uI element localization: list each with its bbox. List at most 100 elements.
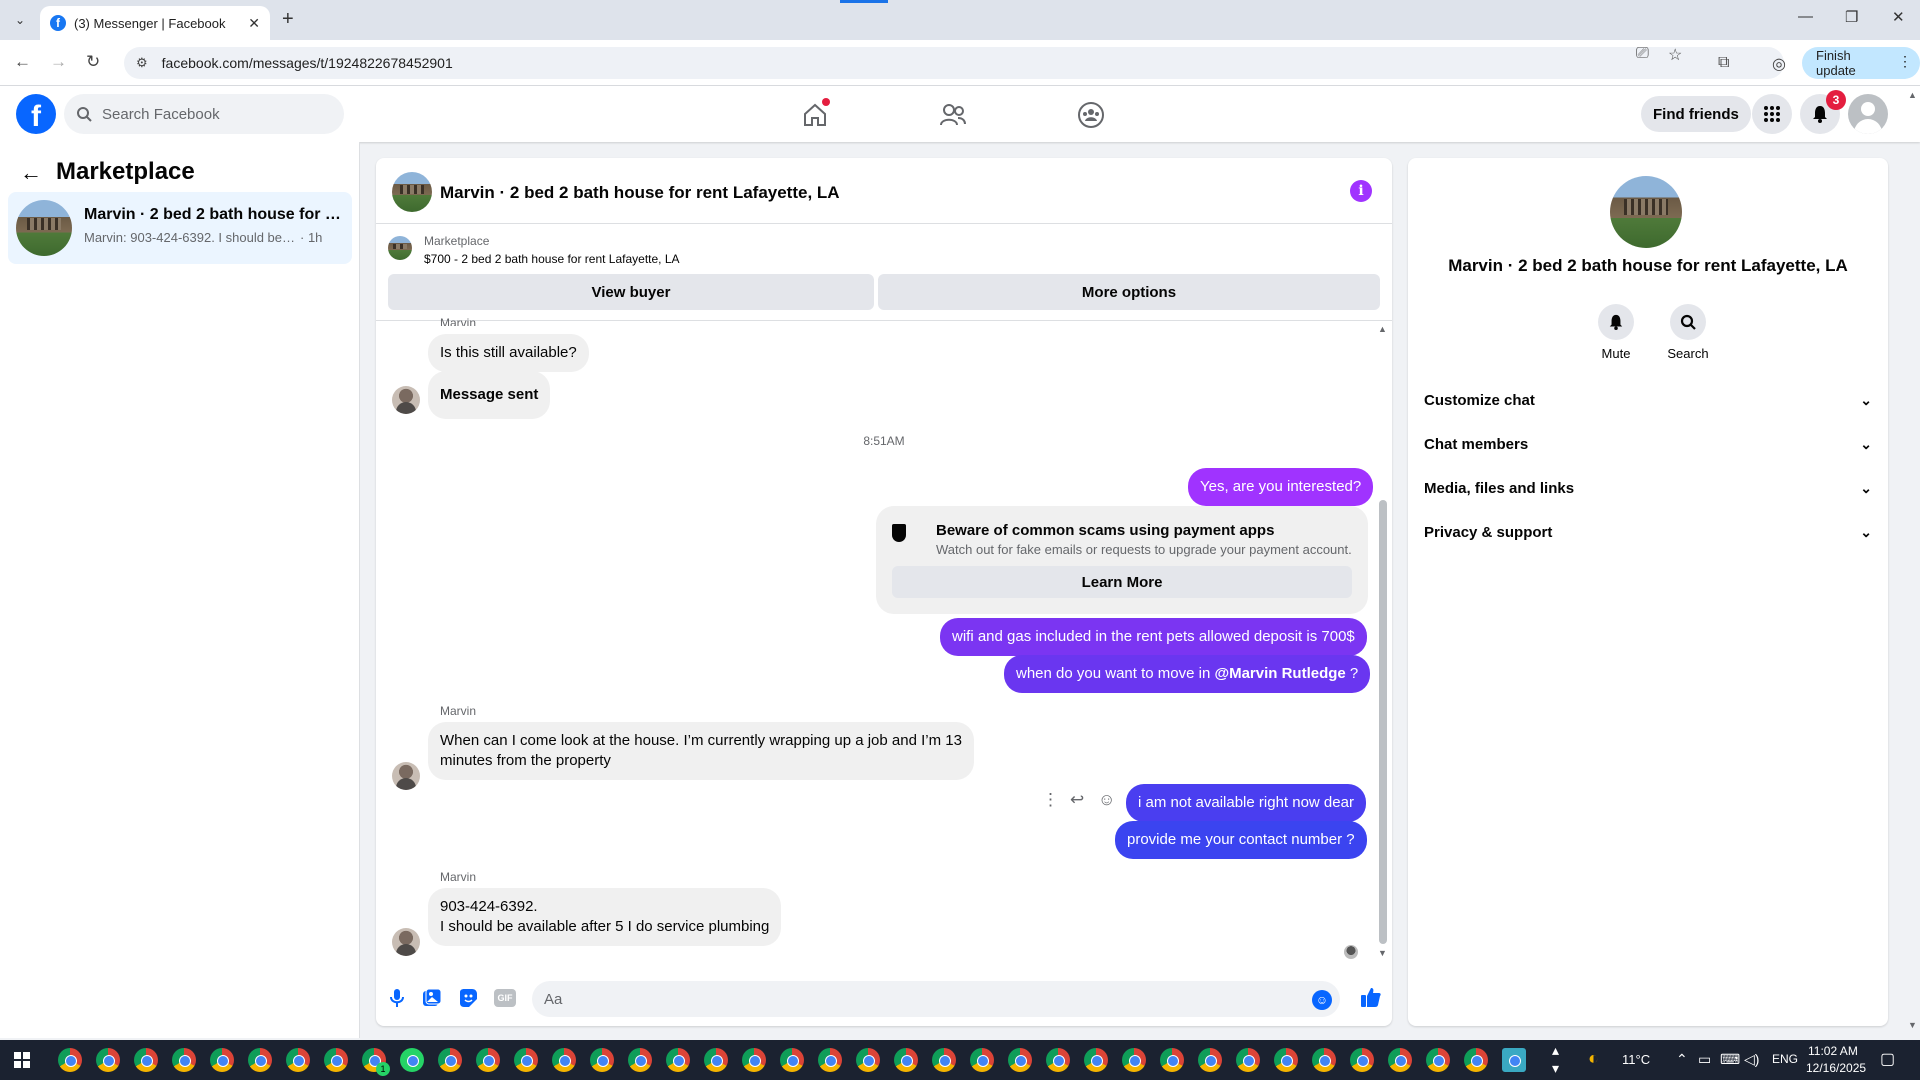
chrome-taskbar-icon[interactable] [780,1048,804,1072]
chrome-taskbar-icon[interactable] [1084,1048,1108,1072]
finish-update-button[interactable]: Finish update ⋮ [1802,47,1920,79]
chrome-taskbar-icon[interactable] [704,1048,728,1072]
emoji-icon[interactable]: ☺ [1312,990,1332,1010]
listing-photo[interactable] [1610,176,1682,248]
chrome-taskbar-icon[interactable] [628,1048,652,1072]
browser-tab[interactable]: f (3) Messenger | Facebook ✕ [40,6,270,40]
volume-icon[interactable]: ◁) [1744,1051,1759,1068]
whatsapp-taskbar-icon[interactable] [400,1048,424,1072]
mute-button[interactable]: Mute [1586,304,1646,361]
facebook-search-input[interactable]: Search Facebook [64,94,344,134]
chat-title[interactable]: Marvin · 2 bed 2 bath house for rent Laf… [440,183,840,203]
chrome-taskbar-icon[interactable] [1198,1048,1222,1072]
privacy-support-row[interactable]: Privacy & support ⌄ [1424,514,1872,550]
outgoing-message[interactable]: Yes, are you interested? [1188,468,1374,506]
find-friends-button[interactable]: Find friends [1641,96,1751,132]
chrome-taskbar-icon[interactable] [970,1048,994,1072]
taskbar-scroll-down-icon[interactable]: ▾ [1552,1060,1559,1077]
chrome-taskbar-icon[interactable] [438,1048,462,1072]
chrome-taskbar-icon[interactable] [58,1048,82,1072]
chrome-taskbar-icon[interactable] [1502,1048,1526,1072]
react-emoji-icon[interactable]: ☺ [1098,790,1115,810]
clock-date[interactable]: 12/16/2025 [1806,1061,1866,1075]
message-input[interactable]: Aa [532,981,1340,1017]
incoming-message[interactable]: 903-424-6392. I should be available afte… [428,888,782,946]
back-arrow-icon[interactable]: ← [20,160,42,186]
conversation-item[interactable]: Marvin · 2 bed 2 bath house for rent Laf… [8,192,352,264]
info-icon[interactable]: i [1350,180,1372,202]
chrome-taskbar-icon[interactable] [856,1048,880,1072]
tab-close-icon[interactable]: ✕ [248,15,260,32]
scroll-up-arrow-icon[interactable]: ▲ [1378,324,1387,334]
chrome-taskbar-icon[interactable] [514,1048,538,1072]
friends-icon[interactable] [938,100,968,130]
forward-icon[interactable]: → [50,52,67,72]
chrome-taskbar-icon[interactable] [1274,1048,1298,1072]
chrome-taskbar-icon[interactable] [1046,1048,1070,1072]
learn-more-button[interactable]: Learn More [892,566,1352,598]
chrome-taskbar-icon[interactable] [666,1048,690,1072]
chrome-taskbar-icon[interactable] [1426,1048,1450,1072]
chrome-taskbar-icon[interactable] [894,1048,918,1072]
page-scrollbar[interactable]: ▲ ▼ [1906,86,1920,1038]
incoming-message[interactable]: Message sent [428,371,551,419]
extensions-icon[interactable]: ⧉ [1718,54,1729,72]
new-tab-icon[interactable]: + [282,8,294,31]
tray-chevron-icon[interactable]: ⌃ [1676,1051,1688,1068]
thumbs-up-icon[interactable] [1360,986,1382,1014]
outgoing-message[interactable]: provide me your contact number ? [1115,821,1367,859]
tray-app-icon[interactable]: ▭ [1698,1051,1711,1068]
install-app-icon[interactable]: ⎚ [1636,45,1649,63]
notification-center-icon[interactable]: ▢ [1880,1049,1895,1069]
chat-listing-thumbnail[interactable] [392,172,432,212]
media-files-links-row[interactable]: Media, files and links ⌄ [1424,470,1872,506]
reply-icon[interactable]: ↩ [1070,790,1084,810]
chrome-taskbar-icon[interactable] [1236,1048,1260,1072]
outgoing-message-mention[interactable]: when do you want to move in @Marvin Rutl… [1004,655,1371,693]
chrome-taskbar-icon[interactable] [286,1048,310,1072]
restore-icon[interactable]: ❐ [1845,8,1858,26]
customize-chat-row[interactable]: Customize chat ⌄ [1424,382,1872,418]
groups-icon[interactable] [1076,100,1106,130]
site-info-icon[interactable]: ⚙ [136,55,148,71]
reload-icon[interactable]: ↻ [86,52,100,72]
search-conversation-button[interactable]: Search [1658,304,1718,361]
menu-grid-icon[interactable] [1752,94,1792,134]
minimize-icon[interactable]: — [1798,8,1813,25]
close-window-icon[interactable]: ✕ [1892,8,1905,26]
back-icon[interactable]: ← [14,52,31,72]
chat-members-row[interactable]: Chat members ⌄ [1424,426,1872,462]
clock-time[interactable]: 11:02 AM [1808,1044,1858,1058]
chrome-taskbar-icon[interactable] [552,1048,576,1072]
network-icon[interactable]: ⌨ [1720,1051,1740,1068]
chrome-taskbar-icon[interactable] [1008,1048,1032,1072]
user-mention[interactable]: @Marvin Rutledge [1214,665,1345,682]
chrome-taskbar-icon[interactable] [1350,1048,1374,1072]
facebook-logo-icon[interactable]: f [16,94,56,134]
account-avatar[interactable] [1848,94,1888,134]
chrome-taskbar-icon[interactable] [932,1048,956,1072]
tab-search-icon[interactable]: ⌄ [8,8,32,32]
chrome-taskbar-icon[interactable] [210,1048,234,1072]
chrome-taskbar-icon[interactable] [1122,1048,1146,1072]
outgoing-message[interactable]: i am not available right now dear [1126,784,1366,822]
gif-icon[interactable]: GIF [494,989,516,1007]
sender-avatar[interactable] [392,386,420,414]
chrome-taskbar-icon[interactable] [1312,1048,1336,1072]
chrome-taskbar-icon[interactable] [742,1048,766,1072]
chrome-taskbar-icon[interactable] [96,1048,120,1072]
chrome-taskbar-icon[interactable] [476,1048,500,1072]
more-actions-icon[interactable]: ⋮ [1042,790,1059,810]
incoming-message[interactable]: When can I come look at the house. I’m c… [428,722,974,780]
address-bar[interactable]: ⚙ facebook.com/messages/t/19248226784529… [124,47,1784,79]
view-buyer-button[interactable]: View buyer [388,274,874,310]
listing-title[interactable]: $700 - 2 bed 2 bath house for rent Lafay… [424,252,680,266]
taskbar-scroll-up-icon[interactable]: ▴ [1552,1042,1559,1059]
more-options-button[interactable]: More options [878,274,1380,310]
chrome-taskbar-icon[interactable] [1388,1048,1412,1072]
chrome-taskbar-icon[interactable] [590,1048,614,1072]
scroll-down-arrow-icon[interactable]: ▼ [1378,948,1387,958]
windows-start-icon[interactable] [14,1052,30,1068]
page-scroll-up-icon[interactable]: ▲ [1908,90,1917,100]
weather-icon[interactable]: ◐ [1588,1048,1599,1069]
